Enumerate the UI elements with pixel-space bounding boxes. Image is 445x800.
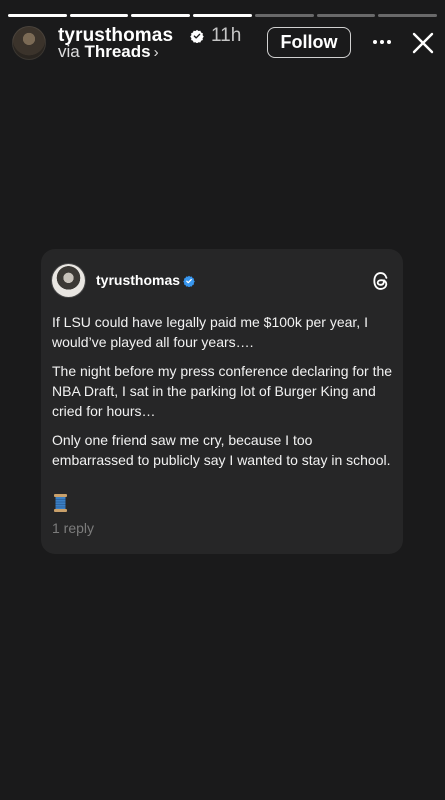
story-progress-bar	[8, 14, 438, 17]
post-author-avatar	[52, 264, 85, 297]
via-threads-link[interactable]: via Threads ›	[58, 42, 159, 62]
reply-count[interactable]: 1 reply	[52, 520, 94, 536]
close-icon[interactable]	[411, 31, 435, 55]
spool-of-thread-icon	[54, 494, 67, 512]
more-options-button[interactable]	[371, 32, 393, 52]
post-paragraph: If LSU could have legally paid me $100k …	[52, 314, 368, 350]
threads-post-card[interactable]: tyrusthomas If LSU could have legally pa…	[41, 249, 403, 554]
progress-segment	[131, 14, 191, 17]
post-body: If LSU could have legally paid me $100k …	[52, 312, 394, 479]
progress-segment	[69, 14, 129, 17]
progress-segment	[193, 14, 252, 17]
more-horizontal-icon	[373, 40, 391, 44]
post-paragraph: Only one friend saw me cry, because I to…	[52, 432, 391, 468]
story-viewer[interactable]: tyrusthomas 11h via Threads › Follow tyru…	[0, 0, 445, 800]
profile-avatar[interactable]	[12, 26, 46, 60]
story-header: tyrusthomas 11h via Threads › Follow	[0, 22, 445, 66]
via-prefix: via	[58, 42, 80, 61]
follow-button[interactable]: Follow	[267, 27, 351, 58]
progress-segment	[378, 14, 438, 17]
chevron-right-icon: ›	[153, 44, 159, 61]
post-paragraph: The night before my press conference dec…	[52, 363, 393, 419]
via-app-name: Threads	[84, 42, 151, 61]
progress-segment	[8, 14, 67, 17]
threads-logo-icon	[373, 272, 388, 290]
verified-badge-icon	[183, 275, 195, 287]
progress-segment	[254, 14, 314, 17]
story-timestamp: 11h	[211, 25, 242, 46]
post-author-username: tyrusthomas	[96, 272, 181, 288]
verified-badge-icon	[190, 29, 204, 43]
progress-segment	[316, 14, 376, 17]
